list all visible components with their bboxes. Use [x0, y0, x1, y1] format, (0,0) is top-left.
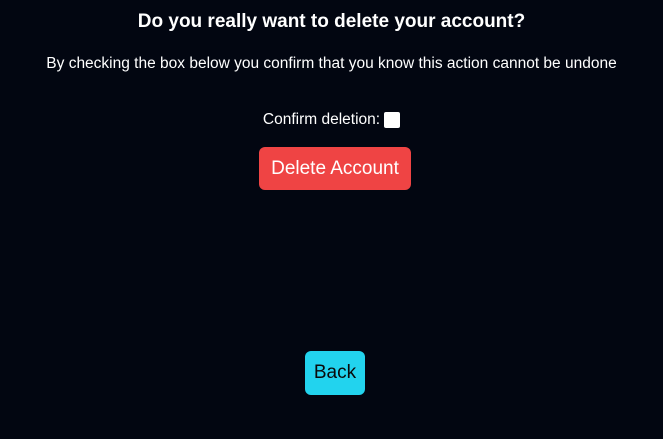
- confirm-deletion-row: Confirm deletion:: [0, 110, 663, 130]
- confirm-deletion-label: Confirm deletion:: [262, 111, 381, 128]
- delete-account-button[interactable]: Delete Account: [259, 147, 411, 190]
- confirm-deletion-checkbox[interactable]: [384, 112, 401, 128]
- page-title: Do you really want to delete your accoun…: [137, 11, 526, 32]
- delete-account-page: Do you really want to delete your accoun…: [0, 0, 663, 439]
- warning-message: By checking the box below you confirm th…: [46, 55, 617, 72]
- back-button[interactable]: Back: [305, 351, 365, 395]
